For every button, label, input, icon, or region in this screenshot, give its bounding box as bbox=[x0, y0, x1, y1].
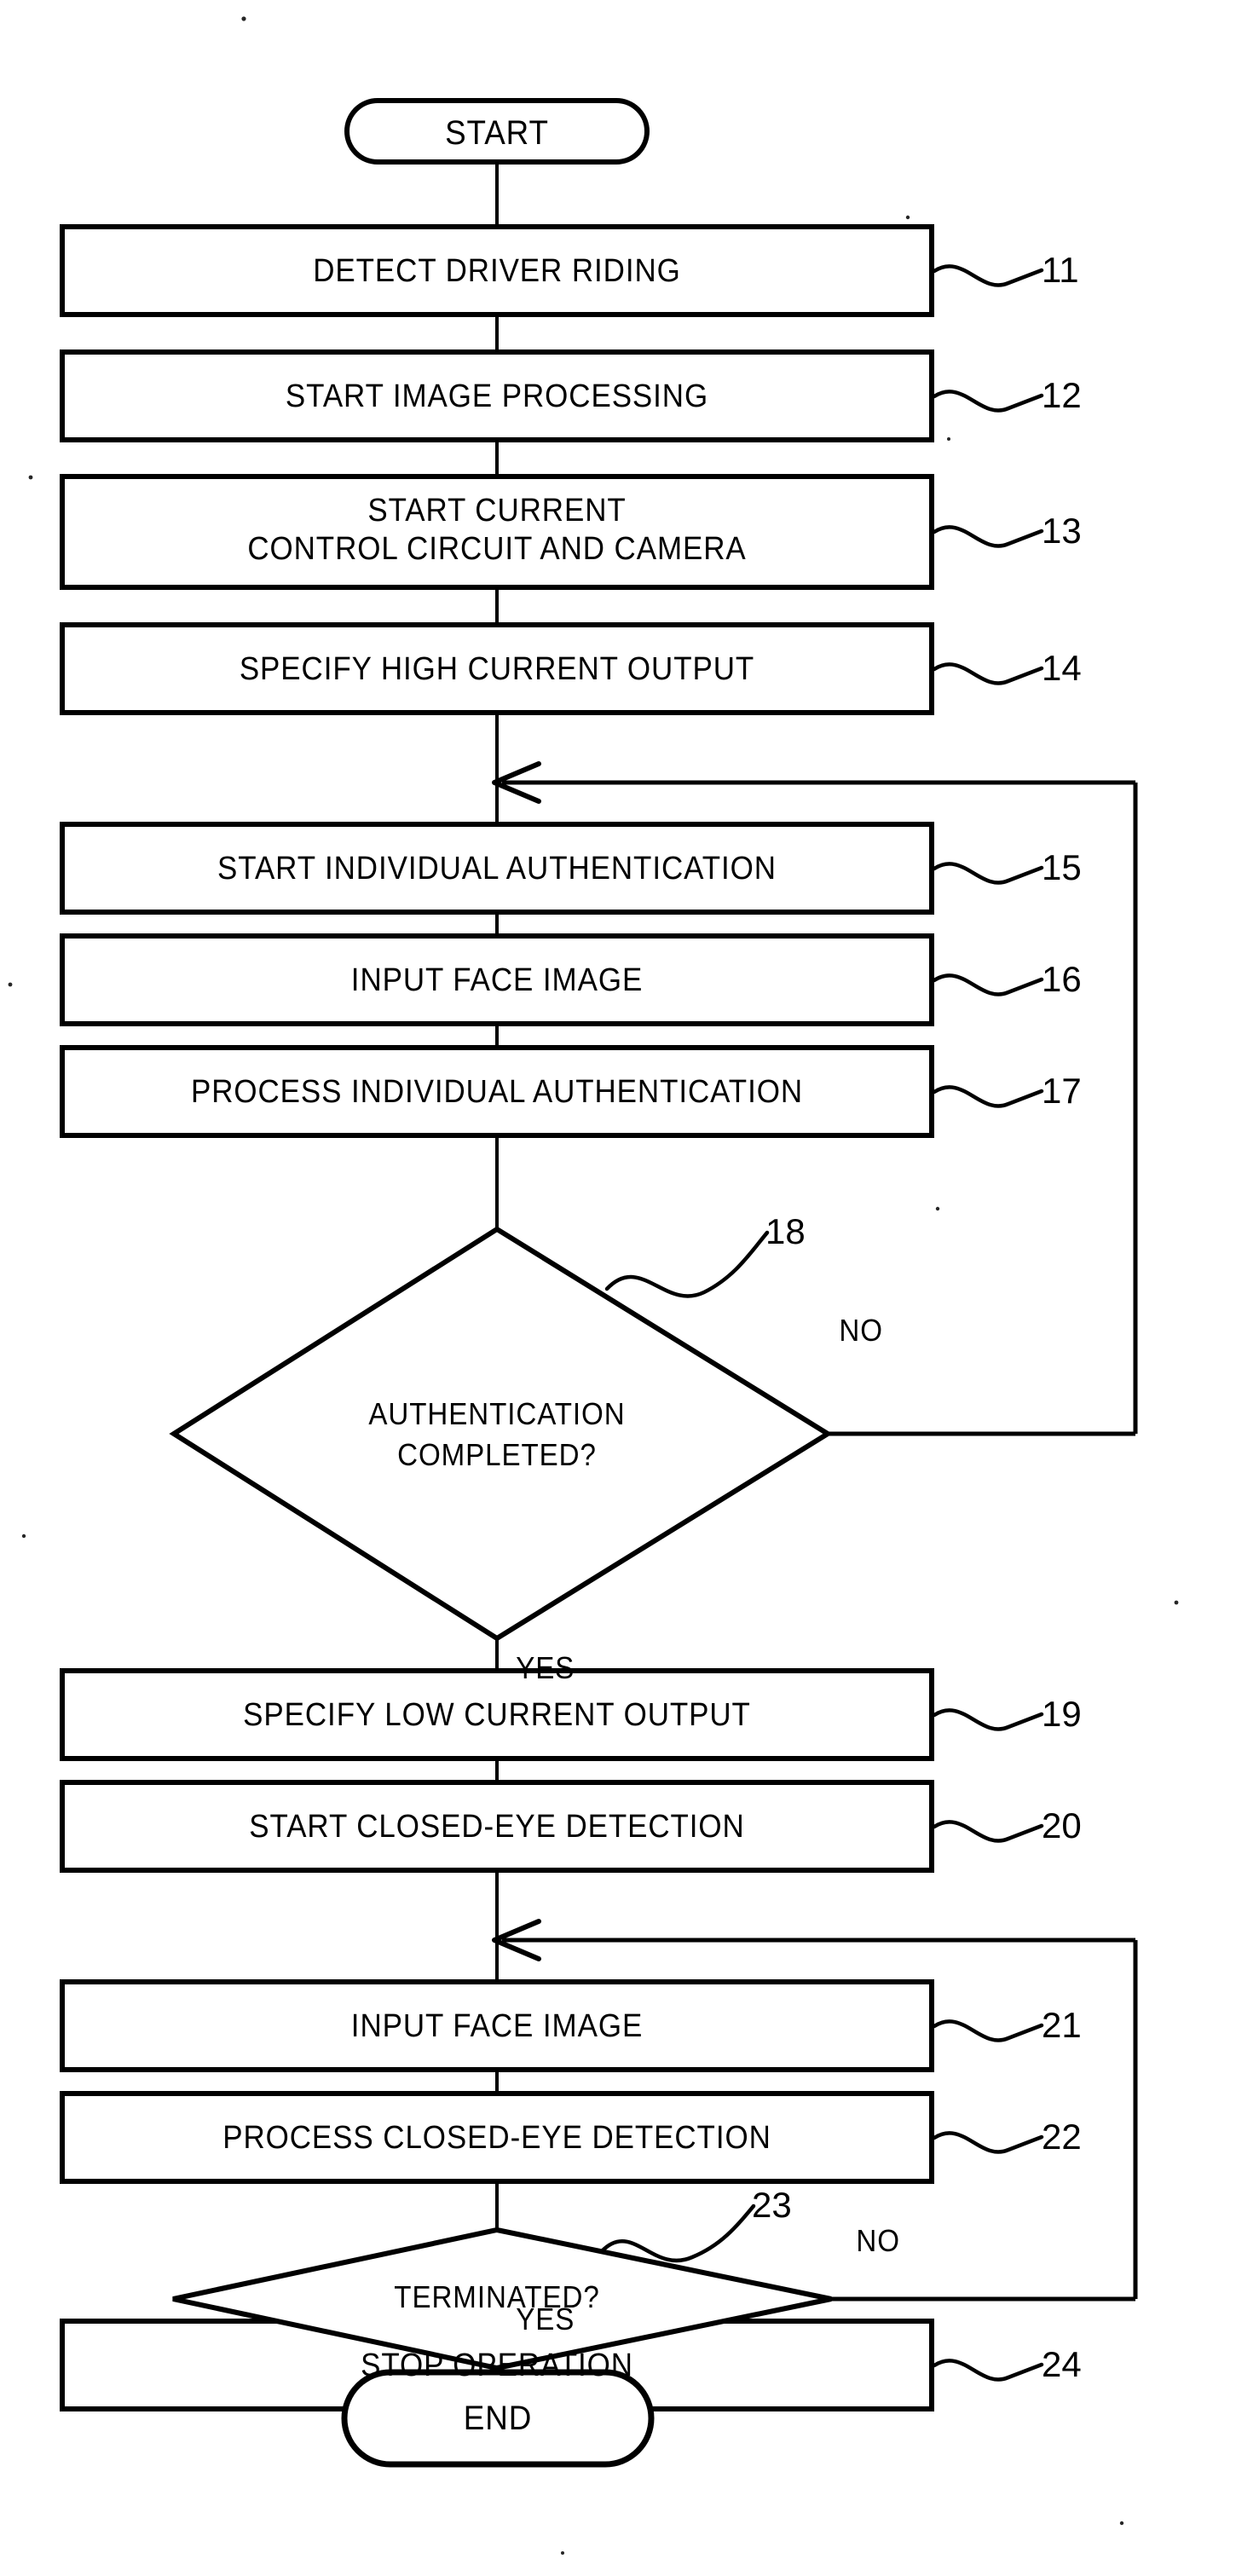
reference-numeral-22: 22 bbox=[1042, 2117, 1082, 2157]
decision-label-18-line2: COMPLETED? bbox=[397, 1437, 597, 1472]
reference-numeral-21: 21 bbox=[1042, 2005, 1082, 2045]
branch-label-18-no: NO bbox=[839, 1313, 883, 1348]
step-label-12: START IMAGE PROCESSING bbox=[285, 378, 709, 414]
step-label-17: PROCESS INDIVIDUAL AUTHENTICATION bbox=[190, 1074, 804, 1110]
step-label-20: START CLOSED-EYE DETECTION bbox=[249, 1809, 745, 1845]
reference-numeral-15: 15 bbox=[1042, 847, 1082, 887]
step-label-21: INPUT FACE IMAGE bbox=[350, 2008, 644, 2044]
decision-diamond-18 bbox=[169, 1226, 833, 1642]
step-label-22: PROCESS CLOSED-EYE DETECTION bbox=[222, 2120, 771, 2156]
reference-numeral-24: 24 bbox=[1042, 2344, 1082, 2384]
start-terminal-label: START bbox=[445, 114, 549, 152]
step-label-15: START INDIVIDUAL AUTHENTICATION bbox=[217, 851, 777, 887]
step-label-11: DETECT DRIVER RIDING bbox=[313, 253, 681, 289]
reference-numeral-20: 20 bbox=[1042, 1805, 1082, 1845]
reference-numeral-12: 12 bbox=[1042, 375, 1082, 415]
step-label-24: STOP OPERATION bbox=[361, 2348, 633, 2383]
reference-numeral-23: 23 bbox=[752, 2185, 792, 2225]
step-label-16: INPUT FACE IMAGE bbox=[350, 962, 644, 998]
reference-numeral-16: 16 bbox=[1042, 959, 1082, 999]
reference-numeral-14: 14 bbox=[1042, 648, 1082, 688]
reference-numeral-13: 13 bbox=[1042, 511, 1082, 551]
decision-label-18-line1: AUTHENTICATION bbox=[368, 1396, 626, 1431]
branch-label-23-yes: YES bbox=[516, 2302, 575, 2336]
step-label-13: START CURRENT CONTROL CIRCUIT AND CAMERA bbox=[247, 493, 747, 567]
reference-numeral-17: 17 bbox=[1042, 1071, 1082, 1111]
flowchart-canvas: START END DETECT DRIVER RIDING START IMA… bbox=[0, 0, 1236, 2576]
reference-numeral-18: 18 bbox=[765, 1211, 806, 1251]
reference-numeral-19: 19 bbox=[1042, 1694, 1082, 1734]
reference-numeral-11: 11 bbox=[1042, 250, 1079, 290]
branch-label-18-yes: YES bbox=[516, 1650, 575, 1685]
branch-label-23-no: NO bbox=[856, 2223, 900, 2258]
step-label-19: SPECIFY LOW CURRENT OUTPUT bbox=[243, 1697, 751, 1733]
decision-label-23: TERMINATED? bbox=[394, 2279, 600, 2314]
step-label-14: SPECIFY HIGH CURRENT OUTPUT bbox=[239, 651, 755, 687]
end-terminal-label: END bbox=[463, 2400, 533, 2437]
